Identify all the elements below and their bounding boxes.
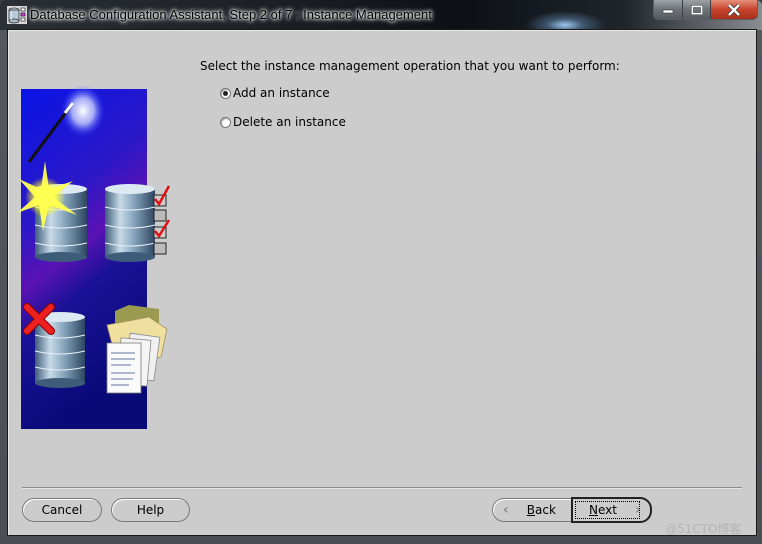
checklist-icon	[153, 185, 171, 255]
radio-button-selected[interactable]	[220, 87, 231, 99]
cancel-label: Cancel	[41, 503, 83, 517]
maximize-button[interactable]	[683, 0, 711, 19]
radio-add-instance[interactable]: Add an instance	[220, 86, 330, 100]
wizard-illustration	[17, 85, 171, 429]
watermark: @51CTO博客	[665, 522, 742, 536]
help-button[interactable]: Help	[111, 498, 190, 522]
back-button[interactable]: ‹ Back	[492, 498, 572, 522]
maximize-icon	[690, 4, 703, 15]
window-controls	[653, 0, 758, 20]
dialog-window: Database Configuration Assistant, Step 2…	[0, 0, 762, 544]
dialog-content: Select the instance management operation…	[7, 29, 757, 536]
radio-delete-instance[interactable]: Delete an instance	[220, 115, 346, 129]
database-icon	[7, 6, 27, 24]
cancel-button[interactable]: Cancel	[22, 498, 102, 522]
radio-label: Delete an instance	[233, 115, 346, 129]
help-label: Help	[136, 503, 165, 517]
radio-label: Add an instance	[233, 86, 330, 100]
close-button[interactable]	[711, 0, 757, 19]
close-icon	[727, 3, 741, 16]
footer-separator	[22, 487, 742, 489]
next-button[interactable]: Next ›	[571, 497, 652, 523]
focus-indicator	[575, 501, 640, 519]
minimize-icon	[662, 9, 674, 13]
title-bar[interactable]: Database Configuration Assistant, Step 2…	[0, 0, 762, 30]
back-label: Back	[526, 503, 556, 517]
radio-button[interactable]	[220, 116, 231, 128]
minimize-button[interactable]	[654, 0, 683, 19]
instruction-text: Select the instance management operation…	[200, 59, 620, 73]
chevron-left-icon: ‹	[503, 502, 509, 518]
window-title: Database Configuration Assistant, Step 2…	[30, 7, 432, 22]
database-icon	[104, 184, 156, 262]
